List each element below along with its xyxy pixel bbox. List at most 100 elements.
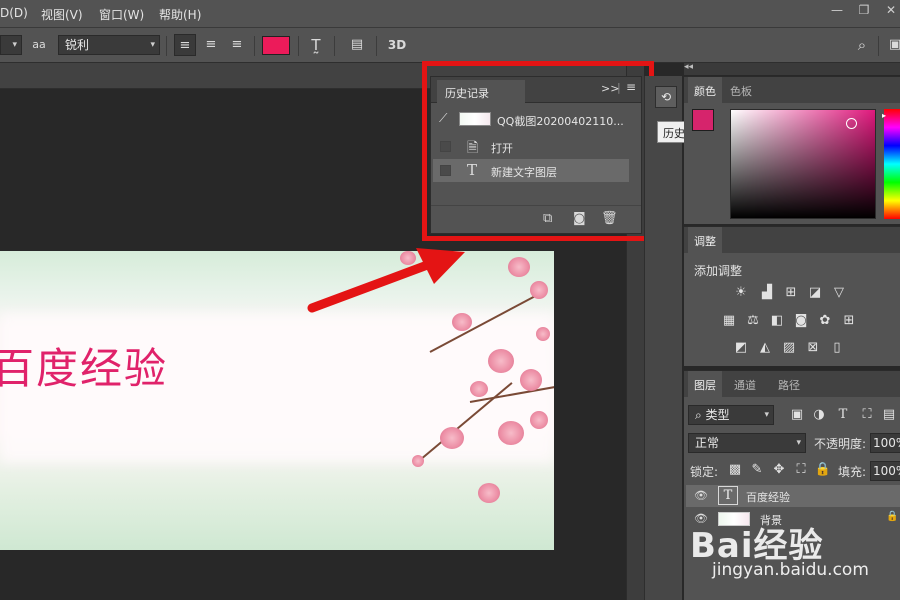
blend-mode-value: 正常 xyxy=(695,436,720,450)
menu-item-d[interactable]: D(D) xyxy=(0,6,28,20)
color-panel-tabs: 颜色 色板 xyxy=(684,77,900,103)
threshold-icon[interactable]: ▨ xyxy=(780,340,798,356)
history-panel-tab-bar: 历史记录 >> | ≡ xyxy=(431,77,641,103)
photo-filter-icon[interactable]: ◙ xyxy=(792,313,810,329)
align-center-icon[interactable]: ≡ xyxy=(200,34,222,56)
character-panel-icon[interactable]: ▤ xyxy=(346,34,368,56)
vibrance-icon[interactable]: ▽ xyxy=(830,285,848,301)
gradient-map-icon[interactable]: ▯ xyxy=(828,340,846,356)
levels-icon[interactable]: ▟ xyxy=(758,285,776,301)
document-canvas[interactable]: 百度经验 xyxy=(0,251,554,550)
history-snapshot-row[interactable]: ⟋ QQ截图20200402110... xyxy=(433,108,629,131)
history-brush-source-checkbox[interactable] xyxy=(440,141,451,152)
history-step-new-text-layer[interactable]: T 新建文字图层 xyxy=(433,159,629,182)
filter-pixel-icon[interactable]: ▣ xyxy=(788,407,806,423)
font-size-select[interactable]: ▾ xyxy=(0,35,22,55)
tab-history[interactable]: 历史记录 xyxy=(437,80,525,103)
filter-shape-icon[interactable]: ⛶ xyxy=(858,407,876,423)
lock-position-icon[interactable]: ✥ xyxy=(770,462,788,478)
antialias-select[interactable]: 锐利 ▾ xyxy=(58,35,160,55)
hue-slider[interactable] xyxy=(884,109,900,219)
warp-text-icon[interactable]: T̰ xyxy=(305,34,327,56)
hue-saturation-icon[interactable]: ▦ xyxy=(720,313,738,329)
black-white-icon[interactable]: ◧ xyxy=(768,313,786,329)
align-left-icon[interactable]: ≡ xyxy=(174,34,196,56)
tab-color[interactable]: 颜色 xyxy=(688,77,722,103)
three-d-button[interactable]: 3D xyxy=(386,34,408,56)
hue-slider-marker[interactable]: ▸ xyxy=(882,111,886,120)
lock-image-icon[interactable]: ✎ xyxy=(748,462,766,478)
history-panel-icon[interactable]: ⟲ xyxy=(655,86,677,108)
opacity-input[interactable]: 100% xyxy=(870,433,900,453)
color-lookup-icon[interactable]: ⊞ xyxy=(840,313,858,329)
lock-all-icon[interactable]: 🔒 xyxy=(814,462,832,478)
filter-adjustment-icon[interactable]: ◑ xyxy=(810,407,828,423)
curves-icon[interactable]: ⊞ xyxy=(782,285,800,301)
lock-artboard-icon[interactable]: ⛶ xyxy=(792,462,810,478)
chevron-down-icon: ▾ xyxy=(150,40,155,50)
camera-icon[interactable]: ◙ xyxy=(573,211,586,226)
visibility-eye-icon[interactable]: 👁 xyxy=(694,489,708,502)
align-right-icon[interactable]: ≡ xyxy=(226,34,248,56)
dock-collapse-bar[interactable]: ◂◂ xyxy=(684,62,900,75)
history-brush-source-checkbox[interactable] xyxy=(440,165,451,176)
collapse-icon[interactable]: ◂◂ xyxy=(684,62,693,72)
text-tool-icon: T xyxy=(467,161,478,179)
filter-type-icon[interactable]: T xyxy=(834,407,852,423)
lock-label: 锁定: xyxy=(690,465,719,479)
color-panel: 颜色 色板 ▸ xyxy=(684,76,900,224)
tab-adjustments[interactable]: 调整 xyxy=(688,227,722,253)
tab-swatches[interactable]: 色板 xyxy=(724,77,758,103)
divider xyxy=(878,36,879,56)
foreground-color-swatch[interactable] xyxy=(692,109,714,131)
adjustments-panel: 调整 添加调整 ☀ ▟ ⊞ ◪ ▽ ▦ ⚖ ◧ ◙ ✿ ⊞ ◩ ◭ ▨ ⊠ ▯ xyxy=(684,226,900,366)
history-step-open[interactable]: 🗎 打开 xyxy=(433,135,629,158)
close-icon[interactable]: ✕ xyxy=(880,2,900,18)
blend-mode-select[interactable]: 正常 ▾ xyxy=(688,433,806,453)
selective-color-icon[interactable]: ⊠ xyxy=(804,340,822,356)
history-step-label: 打开 xyxy=(491,142,513,155)
blossom xyxy=(508,257,530,277)
divider: | xyxy=(617,81,621,94)
search-icon[interactable]: ⌕ xyxy=(851,34,873,56)
tab-paths[interactable]: 路径 xyxy=(772,371,806,397)
blossom xyxy=(440,427,464,449)
antialias-value: 锐利 xyxy=(65,38,90,52)
watermark-url: jingyan.baidu.com xyxy=(712,560,869,580)
text-color-swatch[interactable] xyxy=(262,36,290,55)
add-adjustment-label: 添加调整 xyxy=(694,264,743,278)
filter-smart-object-icon[interactable]: ▤ xyxy=(880,407,898,423)
panel-menu-icon[interactable]: ≡ xyxy=(626,80,636,94)
channel-mixer-icon[interactable]: ✿ xyxy=(816,313,834,329)
blossom xyxy=(530,281,548,299)
document-icon: 🗎 xyxy=(467,140,479,156)
blossom xyxy=(520,369,542,391)
fill-input[interactable]: 100% xyxy=(870,461,900,481)
lock-transparent-icon[interactable]: ▩ xyxy=(726,462,744,478)
brightness-icon[interactable]: ☀ xyxy=(732,285,750,301)
color-picker-cursor[interactable] xyxy=(846,118,857,129)
layer-name[interactable]: 百度经验 xyxy=(746,489,790,505)
fill-label: 填充: xyxy=(838,465,867,479)
color-saturation-field[interactable] xyxy=(730,109,876,219)
menu-item-help[interactable]: 帮助(H) xyxy=(159,6,201,23)
menu-item-window[interactable]: 窗口(W) xyxy=(99,6,144,23)
menu-bar: D(D) 视图(V) 窗口(W) 帮助(H) — ❐ ✕ xyxy=(0,0,900,28)
tab-layers[interactable]: 图层 xyxy=(688,371,722,397)
blossom xyxy=(488,349,514,373)
workspace-icon[interactable]: ▣ xyxy=(884,34,900,56)
minimize-icon[interactable]: — xyxy=(826,2,848,18)
history-panel: 历史记录 >> | ≡ ⟋ QQ截图20200402110... 🗎 打开 T … xyxy=(430,76,642,234)
trash-icon[interactable]: 🗑 xyxy=(601,211,618,226)
canvas-text-layer[interactable]: 百度经验 xyxy=(0,335,168,396)
layer-row-text[interactable]: 👁 T 百度经验 xyxy=(686,485,900,507)
restore-icon[interactable]: ❐ xyxy=(853,2,875,18)
exposure-icon[interactable]: ◪ xyxy=(806,285,824,301)
menu-item-view[interactable]: 视图(V) xyxy=(41,6,83,23)
posterize-icon[interactable]: ◭ xyxy=(756,340,774,356)
tab-channels[interactable]: 通道 xyxy=(728,371,762,397)
layer-filter-select[interactable]: ⌕ 类型 ▾ xyxy=(688,405,774,425)
invert-icon[interactable]: ◩ xyxy=(732,340,750,356)
new-document-from-state-icon[interactable]: ⧉ xyxy=(543,211,552,226)
color-balance-icon[interactable]: ⚖ xyxy=(744,313,762,329)
